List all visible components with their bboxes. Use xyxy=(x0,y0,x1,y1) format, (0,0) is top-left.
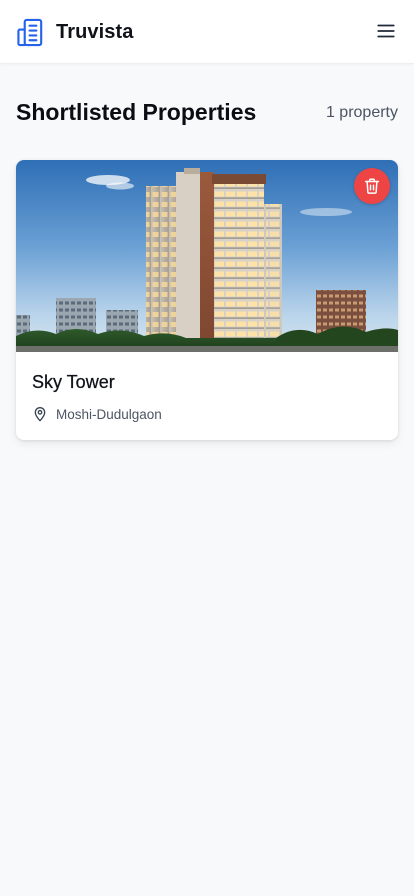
remove-shortlist-button[interactable] xyxy=(354,168,390,204)
brand-name: Truvista xyxy=(56,20,134,43)
building-icon xyxy=(17,18,43,46)
hamburger-menu-icon xyxy=(377,24,395,38)
property-location: Moshi-Dudulgaon xyxy=(32,405,162,423)
trash-icon xyxy=(364,178,380,194)
location-text: Moshi-Dudulgaon xyxy=(56,406,162,422)
menu-button[interactable] xyxy=(374,19,398,43)
property-name[interactable]: Sky Tower xyxy=(32,372,115,393)
map-pin-icon xyxy=(34,407,46,422)
brand-logo[interactable]: Truvista xyxy=(16,17,134,47)
tower-photo xyxy=(16,160,398,352)
top-navbar: Truvista xyxy=(0,0,414,64)
page-title: Shortlisted Properties xyxy=(16,99,257,125)
property-count: 1 property xyxy=(325,104,398,121)
property-card[interactable]: Sky Tower Moshi-Dudulgaon xyxy=(16,160,398,440)
page-header: Shortlisted Properties 1 property xyxy=(16,98,398,132)
